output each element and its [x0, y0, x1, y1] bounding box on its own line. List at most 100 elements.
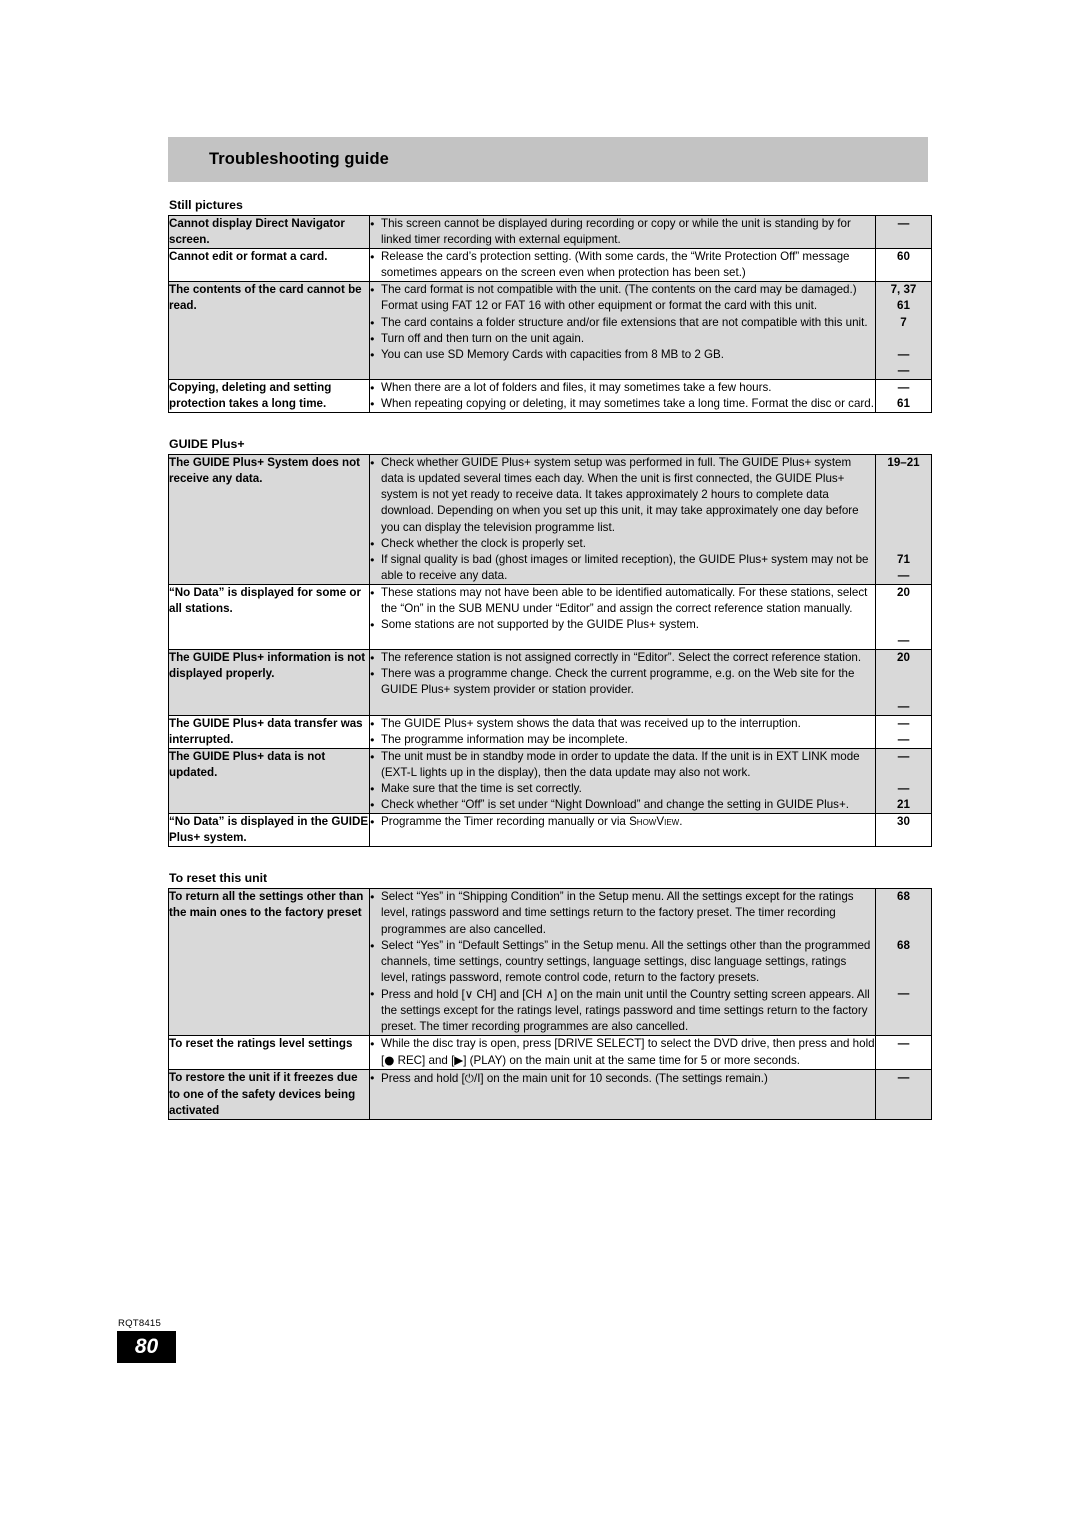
- solution-list: The reference station is not assigned co…: [370, 650, 875, 698]
- table-row: To reset the ratings level settings While…: [168, 1035, 932, 1071]
- page-title: Troubleshooting guide: [209, 150, 389, 168]
- list-item-text: Check whether GUIDE Plus+ system setup w…: [381, 456, 859, 534]
- page-reference-cell: 19–21 71 —: [875, 454, 932, 585]
- solution-cell: Programme the Timer recording manually o…: [369, 813, 876, 848]
- page-content: Still pictures Cannot display Direct Navi…: [168, 198, 932, 1120]
- symptom-cell: To return all the settings other than th…: [168, 888, 370, 1037]
- page-reference: 61: [897, 397, 910, 411]
- symptom-cell: Cannot edit or format a card.: [168, 248, 370, 283]
- page-reference: —: [897, 634, 910, 648]
- page-reference: —: [897, 347, 910, 361]
- list-item: Press and hold [⏻/I] on the main unit fo…: [370, 1070, 875, 1087]
- document-code: RQT8415: [118, 1318, 161, 1329]
- symptom-cell: The contents of the card cannot be read.: [168, 281, 370, 380]
- list-item-text: You can use SD Memory Cards with capacit…: [381, 347, 725, 361]
- table-row: The GUIDE Plus+ data is not updated. The …: [168, 747, 932, 815]
- list-item: The GUIDE Plus+ system shows the data th…: [370, 716, 875, 732]
- solution-cell: Release the card’s protection setting. (…: [369, 248, 876, 283]
- page-reference: 21: [897, 798, 910, 812]
- list-item-text: The unit must be in standby mode in orde…: [381, 749, 860, 779]
- table-row: Cannot display Direct Navigator screen. T…: [168, 214, 932, 250]
- page-reference: 19–21: [887, 456, 920, 470]
- list-item-text: When there are a lot of folders and file…: [381, 380, 772, 394]
- list-item: Select “Yes” in “Default Settings” in th…: [370, 938, 875, 986]
- page-reference-cell: —: [875, 214, 932, 250]
- table-row: The GUIDE Plus+ information is not displ…: [168, 649, 932, 716]
- showview-wordmark: ShowView: [629, 815, 680, 829]
- list-item-text: Select “Yes” in “Shipping Condition” in …: [381, 890, 854, 936]
- solution-list: The unit must be in standby mode in orde…: [370, 749, 875, 813]
- page-reference: 30: [897, 815, 910, 829]
- solution-cell: Check whether GUIDE Plus+ system setup w…: [369, 454, 876, 585]
- troubleshooting-table: Cannot display Direct Navigator screen. T…: [168, 214, 932, 414]
- symptom-cell: Cannot display Direct Navigator screen.: [168, 214, 370, 250]
- table-row: The GUIDE Plus+ System does not receive …: [168, 454, 932, 585]
- symptom-cell: The GUIDE Plus+ information is not displ…: [168, 649, 370, 716]
- list-item-text: While the disc tray is open, press [DRIV…: [381, 1037, 875, 1068]
- list-item-text: Press and hold [∨ CH] and [CH ∧] on the …: [381, 986, 870, 1034]
- symptom-cell: Copying, deleting and setting protection…: [168, 378, 370, 414]
- page-reference-cell: —: [875, 1069, 932, 1120]
- symptom-cell: The GUIDE Plus+ System does not receive …: [168, 454, 370, 585]
- list-item-text: Make sure that the time is set correctly…: [381, 782, 582, 795]
- solution-cell: Press and hold [⏻/I] on the main unit fo…: [369, 1069, 876, 1120]
- list-item: Programme the Timer recording manually o…: [370, 814, 875, 830]
- list-item-text: If signal quality is bad (ghost images o…: [381, 552, 869, 582]
- list-item-text: Press and hold [⏻/I] on the main unit fo…: [381, 1071, 768, 1086]
- symptom-cell: To restore the unit if it freezes due to…: [168, 1069, 370, 1120]
- list-item: You can use SD Memory Cards with capacit…: [370, 347, 875, 363]
- list-item-text: Turn off and then turn on the unit again…: [381, 331, 585, 345]
- list-item: Turn off and then turn on the unit again…: [370, 331, 875, 347]
- page-reference: 71: [897, 552, 910, 566]
- page-reference: —: [897, 1071, 910, 1085]
- list-item: There was a programme change. Check the …: [370, 666, 875, 698]
- page-reference: —: [897, 716, 910, 730]
- page-reference: —: [897, 986, 910, 1000]
- table-row: “No Data” is displayed for some or all s…: [168, 583, 932, 651]
- page-reference-cell: 20 —: [875, 583, 932, 651]
- solution-cell: Select “Yes” in “Shipping Condition” in …: [369, 888, 876, 1037]
- list-item-text: When repeating copying or deleting, it m…: [381, 397, 874, 411]
- solution-cell: The reference station is not assigned co…: [369, 649, 876, 716]
- list-item: When repeating copying or deleting, it m…: [370, 396, 875, 412]
- page-reference: —: [897, 699, 910, 713]
- troubleshooting-table: To return all the settings other than th…: [168, 888, 932, 1120]
- page-reference: —: [897, 1037, 910, 1051]
- solution-list: The card format is not compatible with t…: [370, 282, 875, 363]
- section-label: GUIDE Plus+: [169, 437, 245, 452]
- section-label: To reset this unit: [169, 871, 268, 886]
- page-reference-cell: 60: [875, 248, 932, 283]
- page-reference: —: [897, 568, 910, 582]
- list-item-text: This screen cannot be displayed during r…: [381, 217, 851, 247]
- solution-list: Select “Yes” in “Shipping Condition” in …: [370, 889, 875, 1035]
- page-reference: 7: [900, 315, 907, 329]
- device-glyph: ∧: [545, 986, 554, 1001]
- list-item: When there are a lot of folders and file…: [370, 380, 875, 396]
- list-item-text: Programme the Timer recording manually o…: [381, 815, 683, 829]
- list-item-text: The programme information may be incompl…: [381, 732, 628, 746]
- page-reference-cell: — —: [875, 714, 932, 749]
- symptom-cell: The GUIDE Plus+ data transfer was interr…: [168, 714, 370, 749]
- solution-cell: This screen cannot be displayed during r…: [369, 214, 876, 250]
- page-reference: 60: [897, 250, 910, 264]
- solution-list: These stations may not have been able to…: [370, 585, 875, 633]
- list-item-text: Select “Yes” in “Default Settings” in th…: [381, 938, 871, 984]
- list-item-text: Release the card’s protection setting. (…: [381, 250, 850, 280]
- list-item: The reference station is not assigned co…: [370, 650, 875, 666]
- list-item-text: Check whether the clock is properly set.: [381, 536, 586, 550]
- list-item-text: The GUIDE Plus+ system shows the data th…: [381, 716, 801, 730]
- device-glyph: ●: [384, 1053, 395, 1068]
- list-item: Select “Yes” in “Shipping Condition” in …: [370, 889, 875, 937]
- symptom-cell: To reset the ratings level settings: [168, 1035, 370, 1071]
- list-item-text: There was a programme change. Check the …: [381, 667, 855, 697]
- page-reference: —: [897, 782, 910, 795]
- page-reference-cell: 30: [875, 813, 932, 848]
- solution-list: While the disc tray is open, press [DRIV…: [370, 1036, 875, 1069]
- solution-list: This screen cannot be displayed during r…: [370, 216, 875, 248]
- page-reference: 61: [897, 299, 910, 313]
- page-reference: 68: [897, 938, 910, 952]
- list-item: The card format is not compatible with t…: [370, 282, 875, 314]
- table-row: The contents of the card cannot be read.…: [168, 281, 932, 380]
- list-item-text: The card format is not compatible with t…: [381, 283, 857, 313]
- table-row: “No Data” is displayed in the GUIDE Plus…: [168, 813, 932, 848]
